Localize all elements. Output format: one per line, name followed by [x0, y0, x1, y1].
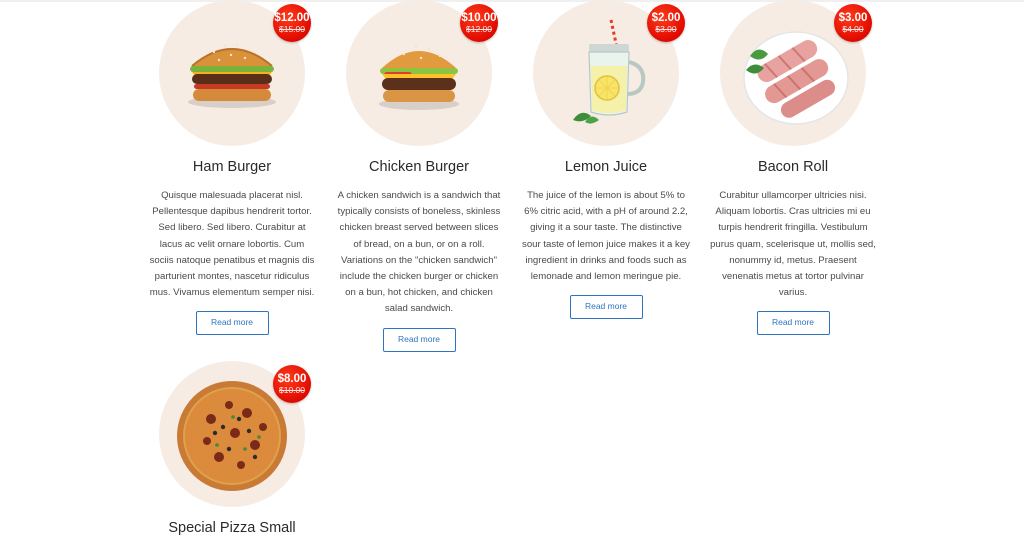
price-badge: $10.00 $12.00	[460, 4, 498, 42]
price-badge: $3.00 $4.00	[834, 4, 872, 42]
product-title[interactable]: Lemon Juice	[520, 158, 692, 176]
price-current: $2.00	[651, 12, 681, 24]
product-thumbnail[interactable]: $3.00 $4.00	[720, 0, 872, 146]
price-current: $8.00	[277, 373, 307, 385]
product-title[interactable]: Special Pizza Small	[146, 519, 318, 537]
product-thumbnail[interactable]: $8.00 $10.00	[159, 361, 311, 507]
price-old: $10.00	[279, 385, 305, 395]
price-old: $4.00	[842, 24, 864, 34]
price-old: $3.00	[655, 24, 677, 34]
price-old: $15.00	[279, 24, 305, 34]
product-title[interactable]: Chicken Burger	[333, 158, 505, 176]
product-title[interactable]: Bacon Roll	[707, 158, 879, 176]
read-more-button[interactable]: Read more	[382, 327, 456, 352]
product-card: $10.00 $12.00 Chicken Burger A chicken s…	[333, 0, 505, 352]
product-thumbnail[interactable]: $2.00 $3.00	[533, 0, 685, 146]
product-card: $2.00 $3.00 Lemon Juice The juice of the…	[520, 0, 692, 320]
product-grid: $12.00 $15.00 Ham Burger Quisque malesua…	[0, 0, 1024, 538]
product-description: Curabitur ullamcorper ultricies nisi. Al…	[710, 190, 876, 299]
read-more-button[interactable]: Read more	[756, 311, 830, 336]
product-card: $12.00 $15.00 Ham Burger Quisque malesua…	[146, 0, 318, 336]
product-card: $8.00 $10.00 Special Pizza Small	[146, 361, 318, 537]
price-old: $12.00	[466, 24, 492, 34]
price-badge: $8.00 $10.00	[273, 365, 311, 403]
price-current: $10.00	[461, 12, 497, 24]
price-badge: $12.00 $15.00	[273, 4, 311, 42]
product-description: A chicken sandwich is a sandwich that ty…	[337, 190, 501, 315]
price-current: $3.00	[838, 12, 868, 24]
product-title[interactable]: Ham Burger	[146, 158, 318, 176]
price-badge: $2.00 $3.00	[647, 4, 685, 42]
product-thumbnail[interactable]: $12.00 $15.00	[159, 0, 311, 146]
product-thumbnail[interactable]: $10.00 $12.00	[346, 0, 498, 146]
read-more-button[interactable]: Read more	[569, 295, 643, 320]
read-more-button[interactable]: Read more	[195, 311, 269, 336]
price-current: $12.00	[274, 12, 310, 24]
product-card: $3.00 $4.00 Bacon Roll Curabitur ullamco…	[707, 0, 879, 336]
product-description: Quisque malesuada placerat nisl. Pellent…	[149, 190, 315, 299]
product-description: The juice of the lemon is about 5% to 6%…	[522, 190, 690, 283]
